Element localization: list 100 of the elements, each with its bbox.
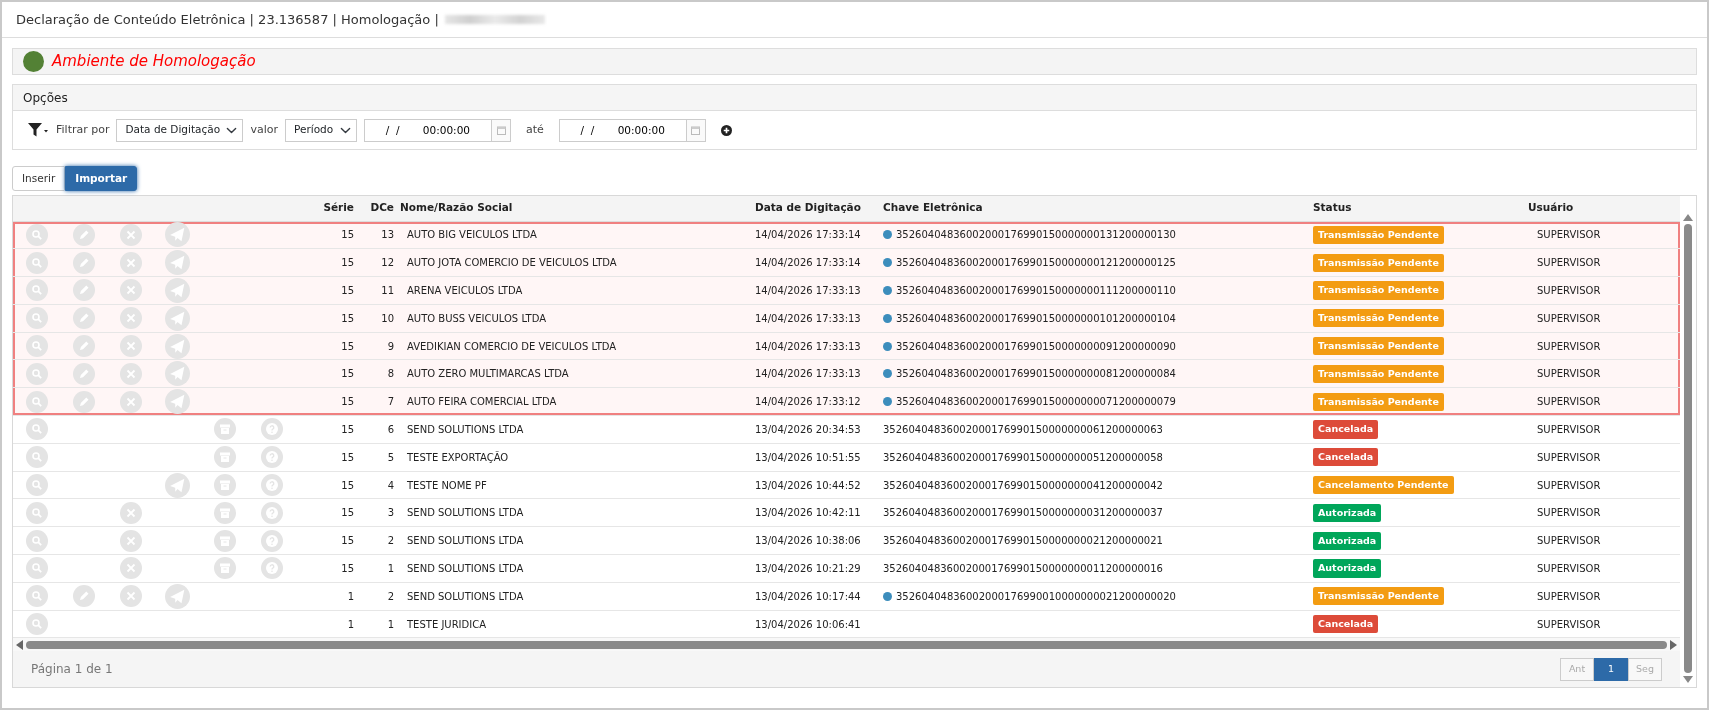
close-icon[interactable] bbox=[119, 335, 142, 358]
table-row[interactable]: 15 8 AUTO ZERO MULTIMARCAS LTDA 14/04/2026 17:33:13 35260404836002000176990150000000081200000084 Transmissão Pendente SUPERVISOR bbox=[13, 360, 1680, 388]
pencil-icon[interactable] bbox=[72, 390, 95, 413]
search-icon[interactable] bbox=[25, 307, 48, 330]
table-row[interactable]: 15 11 ARENA VEICULOS LTDA 14/04/2026 17:33:13 35260404836002000176990150000000111200000110 Transmissão Pendente SUPERVISOR bbox=[13, 276, 1680, 305]
search-icon[interactable] bbox=[25, 251, 48, 274]
table-row[interactable]: 15 6 SEND SOLUTIONS LTDA 13/04/2026 20:34:53 35260404836002000176990150000000061200000063 Cancelada SUPERVISOR bbox=[13, 415, 1680, 444]
close-icon[interactable] bbox=[119, 223, 142, 246]
paper-plane-icon[interactable] bbox=[165, 583, 190, 609]
until-label: até bbox=[526, 121, 544, 138]
close-icon[interactable] bbox=[119, 362, 142, 385]
table-row[interactable]: 1 1 TESTE JURIDICA 13/04/2026 10:06:41 Cancelada SUPERVISOR bbox=[13, 610, 1680, 638]
table-cell: 1 bbox=[357, 610, 397, 638]
close-icon[interactable] bbox=[119, 251, 142, 274]
archive-box-icon[interactable] bbox=[213, 557, 236, 580]
key-value: 35260404836002000176990150000000081200000084 bbox=[883, 368, 1176, 380]
paper-plane-icon[interactable] bbox=[165, 472, 190, 498]
scroll-left-icon[interactable] bbox=[16, 639, 23, 650]
scroll-right-icon[interactable] bbox=[1670, 639, 1677, 650]
search-icon[interactable] bbox=[25, 585, 48, 608]
table-cell: 11 bbox=[357, 276, 397, 305]
help-icon[interactable] bbox=[260, 446, 283, 469]
close-icon[interactable] bbox=[119, 307, 142, 330]
table-row[interactable]: 15 5 TESTE EXPORTAÇÃO 13/04/2026 10:51:55 35260404836002000176990150000000051200000058 Cancelada SUPERVISOR bbox=[13, 443, 1680, 472]
date-field[interactable]: / / 00:00:00 bbox=[558, 118, 687, 142]
pencil-icon[interactable] bbox=[72, 307, 95, 330]
search-icon[interactable] bbox=[25, 418, 48, 441]
close-icon[interactable] bbox=[119, 585, 142, 608]
help-icon[interactable] bbox=[260, 529, 283, 552]
calendar-button[interactable] bbox=[492, 118, 512, 142]
paper-plane-icon[interactable] bbox=[165, 361, 190, 387]
scroll-up-icon[interactable] bbox=[1683, 214, 1693, 221]
table-cell: SUPERVISOR bbox=[1525, 221, 1680, 249]
close-icon[interactable] bbox=[119, 529, 142, 552]
page-button[interactable]: 1 bbox=[1594, 657, 1628, 681]
close-icon[interactable] bbox=[119, 501, 142, 524]
table-row[interactable]: 15 10 AUTO BUSS VEICULOS LTDA 14/04/2026 17:33:13 35260404836002000176990150000000101200000104 Transmissão Pendente SUPERVISOR bbox=[13, 304, 1680, 333]
archive-box-icon[interactable] bbox=[213, 418, 236, 441]
scroll-down-icon[interactable] bbox=[1683, 676, 1693, 684]
archive-box-icon[interactable] bbox=[213, 529, 236, 552]
help-icon[interactable] bbox=[260, 501, 283, 524]
table-cell: 13 bbox=[357, 221, 397, 249]
horizontal-scrollbar[interactable] bbox=[13, 638, 1680, 652]
help-icon[interactable] bbox=[260, 418, 283, 441]
pencil-icon[interactable] bbox=[72, 279, 95, 302]
search-icon[interactable] bbox=[25, 529, 48, 552]
close-icon[interactable] bbox=[119, 557, 142, 580]
date-field[interactable]: / / 00:00:00 bbox=[364, 118, 493, 142]
key-value: 35260404836002000176990150000000051200000058 bbox=[883, 451, 1163, 463]
filter-field-dropdown[interactable]: Data de Digitação bbox=[116, 118, 244, 142]
table-row[interactable]: 15 3 SEND SOLUTIONS LTDA 13/04/2026 10:42:11 35260404836002000176990150000000031200000037 Autorizada SUPERVISOR bbox=[13, 498, 1680, 527]
table-row[interactable]: 15 1 SEND SOLUTIONS LTDA 13/04/2026 10:21:29 35260404836002000176990150000000011200000016 Autorizada SUPERVISOR bbox=[13, 554, 1680, 583]
table-row[interactable]: 15 12 AUTO JOTA COMERCIO DE VEICULOS LTDA 14/04/2026 17:33:14 35260404836002000176990150000000121200000125 Transmissão Pendente SUPERVISOR bbox=[13, 248, 1680, 277]
paper-plane-icon[interactable] bbox=[165, 222, 190, 248]
help-icon[interactable] bbox=[260, 474, 283, 497]
paper-plane-icon[interactable] bbox=[165, 305, 190, 331]
table-cell: 2 bbox=[357, 582, 397, 611]
search-icon[interactable] bbox=[25, 446, 48, 469]
search-icon[interactable] bbox=[25, 362, 48, 385]
status-tag: Cancelada bbox=[1313, 614, 1379, 634]
search-icon[interactable] bbox=[25, 501, 48, 524]
table-row[interactable]: 15 4 TESTE NOME PF 13/04/2026 10:44:52 35260404836002000176990150000000041200000042 Cancelamento Pendente SUPERVISOR bbox=[13, 471, 1680, 499]
paper-plane-icon[interactable] bbox=[165, 333, 190, 359]
search-icon[interactable] bbox=[25, 390, 48, 413]
close-icon[interactable] bbox=[119, 390, 142, 413]
archive-box-icon[interactable] bbox=[213, 501, 236, 524]
search-icon[interactable] bbox=[25, 474, 48, 497]
value-mode-dropdown[interactable]: Período bbox=[285, 118, 358, 142]
table-cell: TESTE EXPORTAÇÃO bbox=[397, 443, 752, 472]
pencil-icon[interactable] bbox=[72, 585, 95, 608]
close-icon[interactable] bbox=[119, 279, 142, 302]
archive-box-icon[interactable] bbox=[213, 446, 236, 469]
pencil-icon[interactable] bbox=[72, 335, 95, 358]
table-cell: 15 bbox=[295, 304, 357, 333]
key-value: 35260404836002000176990150000000011200000016 bbox=[883, 562, 1163, 574]
table-cell: 3 bbox=[357, 498, 397, 527]
table-row[interactable]: 15 7 AUTO FEIRA COMERCIAL LTDA 14/04/2026 17:33:12 35260404836002000176990150000000071200000079 Transmissão Pendente SUPERVISOR bbox=[13, 387, 1680, 416]
add-icon[interactable] bbox=[720, 124, 732, 136]
pencil-icon[interactable] bbox=[72, 251, 95, 274]
archive-box-icon[interactable] bbox=[213, 474, 236, 497]
search-icon[interactable] bbox=[25, 557, 48, 580]
toolbar-button[interactable]: Inserir bbox=[12, 166, 66, 191]
table-row[interactable]: 15 9 AVEDIKIAN COMERCIO DE VEICULOS LTDA 14/04/2026 17:33:13 35260404836002000176990150000000091200000090 Transmissão Pendente SUPERVISOR bbox=[13, 332, 1680, 360]
pencil-icon[interactable] bbox=[72, 362, 95, 385]
search-icon[interactable] bbox=[25, 335, 48, 358]
paper-plane-icon[interactable] bbox=[165, 278, 190, 303]
search-icon[interactable] bbox=[25, 279, 48, 302]
help-icon[interactable] bbox=[260, 557, 283, 580]
table-row[interactable]: 1 2 SEND SOLUTIONS LTDA 13/04/2026 10:17:44 35260404836002000176990010000000021200000020 Transmissão Pendente SUPERVISOR bbox=[13, 582, 1680, 611]
calendar-button[interactable] bbox=[686, 118, 706, 142]
filter-icon[interactable] bbox=[27, 121, 49, 139]
paper-plane-icon[interactable] bbox=[165, 250, 190, 276]
table-cell: SUPERVISOR bbox=[1525, 248, 1680, 277]
paper-plane-icon[interactable] bbox=[165, 389, 190, 415]
toolbar-button[interactable]: Importar bbox=[65, 166, 138, 191]
table-row[interactable]: 15 13 AUTO BIG VEICULOS LTDA 14/04/2026 17:33:14 35260404836002000176990150000000131200000130 Transmissão Pendente SUPERVISOR bbox=[13, 221, 1680, 249]
table-cell: 14/04/2026 17:33:14 bbox=[752, 248, 880, 277]
pencil-icon[interactable] bbox=[72, 223, 95, 246]
table-row[interactable]: 15 2 SEND SOLUTIONS LTDA 13/04/2026 10:38:06 35260404836002000176990150000000021200000021 Autorizada SUPERVISOR bbox=[13, 526, 1680, 555]
search-icon[interactable] bbox=[25, 223, 48, 246]
